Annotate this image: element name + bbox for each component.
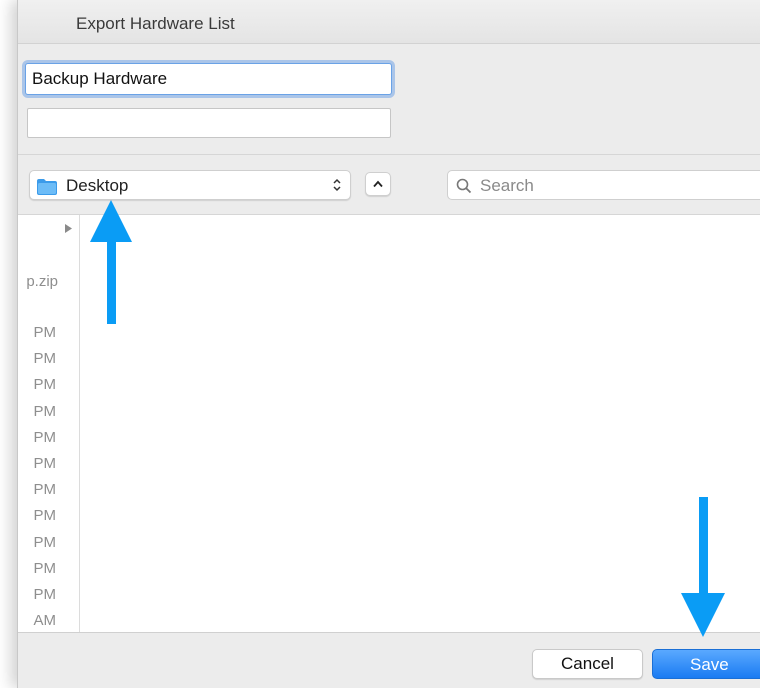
list-item: PM <box>33 376 57 394</box>
chevron-updown-icon <box>332 177 342 193</box>
arrow-up-annotation-icon <box>90 200 132 324</box>
filename-input[interactable] <box>25 63 392 95</box>
list-item: PM <box>33 533 57 551</box>
collapse-button[interactable] <box>365 172 391 196</box>
list-item: PM <box>33 507 57 525</box>
file-name-partial[interactable]: p.zip <box>18 273 58 290</box>
list-item: PM <box>33 428 57 446</box>
list-item: PM <box>33 559 57 577</box>
list-item: PM <box>33 454 57 472</box>
save-dialog: Export Hardware List Desktop Search p.zi… <box>17 0 760 688</box>
cancel-button[interactable]: Cancel <box>532 649 643 679</box>
divider <box>18 632 760 633</box>
search-icon <box>456 178 472 194</box>
folder-icon <box>37 179 57 195</box>
save-button-label: Save <box>690 655 729 674</box>
search-field[interactable]: Search <box>447 170 760 200</box>
chevron-up-icon <box>373 180 383 188</box>
arrow-down-annotation-icon <box>681 497 725 637</box>
save-button[interactable]: Save <box>652 649 760 679</box>
list-item: PM <box>33 481 57 499</box>
tags-input[interactable] <box>27 108 391 138</box>
disclosure-triangle-icon[interactable] <box>65 224 73 233</box>
title-bar: Export Hardware List <box>18 0 760 44</box>
list-item: PM <box>33 402 57 420</box>
location-popup[interactable]: Desktop <box>29 170 351 200</box>
dialog-title: Export Hardware List <box>76 14 235 33</box>
divider <box>18 154 760 155</box>
search-placeholder: Search <box>480 176 534 195</box>
location-label: Desktop <box>66 176 129 195</box>
browser-column[interactable]: p.zip PM PM PM PM PM PM PM PM PM PM PM A… <box>18 215 80 632</box>
date-column: PM PM PM PM PM PM PM PM PM PM PM AM <box>18 324 57 638</box>
list-item: PM <box>33 585 57 603</box>
list-item: AM <box>33 612 57 630</box>
list-item: PM <box>33 350 57 368</box>
list-item: PM <box>33 324 57 341</box>
